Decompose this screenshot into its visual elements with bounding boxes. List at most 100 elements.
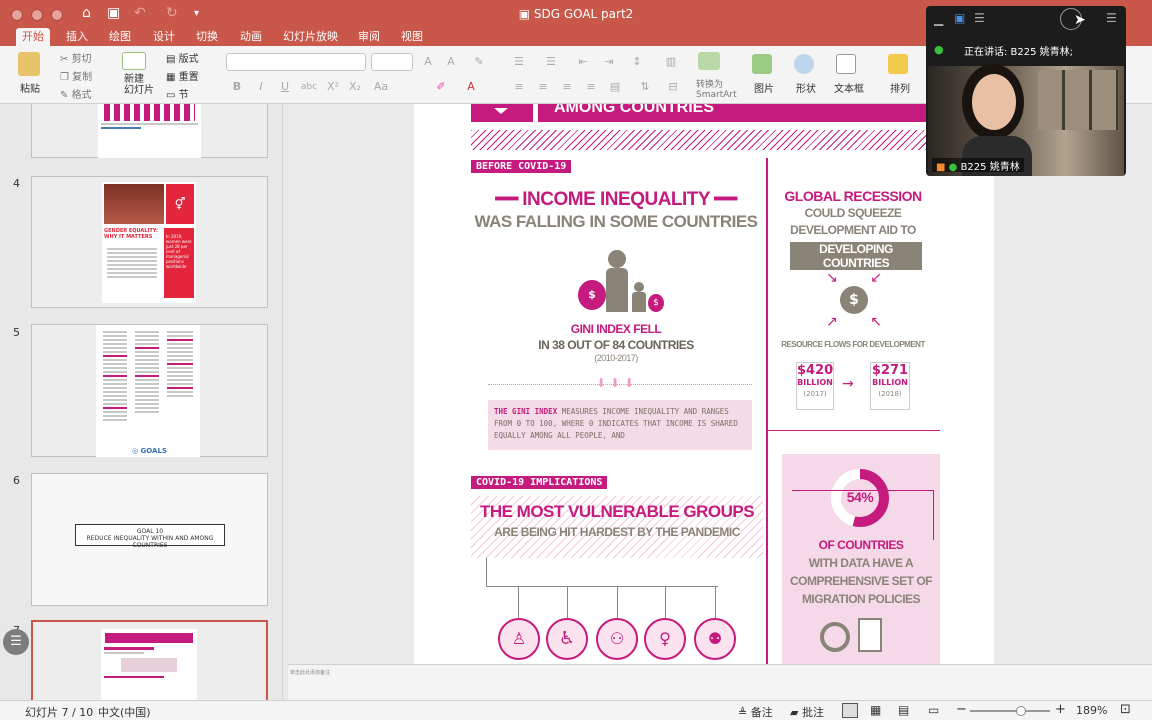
tab-view[interactable]: 视图 [395, 28, 429, 46]
format-painter-button[interactable]: ✎ 格式 [60, 86, 92, 101]
smartart-label[interactable]: 转换为 SmartArt [696, 80, 737, 100]
gallery-view-icon[interactable]: ☰ [974, 11, 985, 25]
brush-icon: ✎ [60, 90, 72, 101]
hide-panel-icon[interactable]: ☰ [1106, 11, 1117, 25]
zoom-slider[interactable] [970, 706, 1050, 716]
copy-button[interactable]: ❐ 复制 [60, 68, 92, 83]
zoom-level[interactable]: 189% [1076, 704, 1107, 717]
grow-font-icon[interactable]: A [419, 53, 437, 71]
line-spacing-icon[interactable]: ↕ [628, 53, 646, 71]
tab-home[interactable]: 开始 [16, 28, 50, 46]
thumbnail-line [104, 676, 164, 678]
flow-2017-box: $420 BILLION (2017) [796, 362, 834, 410]
thumbnail-graphic [121, 658, 177, 672]
columns-icon[interactable]: ▥ [662, 53, 680, 71]
picture-label[interactable]: 图片 [754, 80, 774, 95]
zoom-out-icon[interactable]: − [956, 702, 967, 717]
cut-button[interactable]: ✂ 剪切 [60, 50, 92, 65]
align-right-icon[interactable]: ≡ [558, 78, 576, 96]
tab-slideshow[interactable]: 幻灯片放映 [277, 28, 344, 46]
slide-thumbnail-3[interactable] [31, 104, 268, 158]
highlight-icon[interactable]: ✐ [432, 78, 450, 96]
slide-thumbnail-7[interactable] [31, 620, 268, 700]
change-case-icon[interactable]: Aa [372, 78, 390, 96]
arrange-label[interactable]: 排列 [890, 80, 910, 95]
clear-format-icon[interactable]: ✎ [470, 53, 488, 71]
picture-icon[interactable] [752, 54, 772, 74]
tab-transitions[interactable]: 切换 [190, 28, 224, 46]
shape-label[interactable]: 形状 [796, 80, 816, 95]
strikethrough-icon[interactable]: abc [300, 78, 318, 96]
resource-flows-label: RESOURCE FLOWS FOR DEVELOPMENT [781, 340, 925, 349]
reading-view-icon[interactable]: ▤ [898, 703, 909, 717]
tree-line [665, 586, 666, 618]
align-left-icon[interactable]: ≡ [510, 78, 528, 96]
bullets-icon[interactable]: ☰ [510, 53, 528, 71]
microphone-icon: ● [934, 43, 944, 56]
slide-thumbnail-6[interactable]: GOAL 10 REDUCE INEQUALITY WITHIN AND AMO… [31, 473, 268, 606]
normal-view-icon[interactable] [842, 703, 858, 718]
developing-countries-label: DEVELOPING COUNTRIES [790, 242, 922, 270]
flow-2018-year: (2018) [878, 390, 902, 398]
video-call-overlay[interactable]: ▁ ▣ ☰ ☰ ● 正在讲话: B225 姚青林; ■ ● B225 姚青林 [926, 6, 1126, 176]
shrink-font-icon[interactable]: A [442, 53, 460, 71]
zoom-slider-thumb[interactable] [1016, 706, 1026, 716]
section-button[interactable]: ▭ 节 [166, 86, 189, 101]
new-slide-icon[interactable] [122, 52, 146, 70]
status-bar: 幻灯片 7 / 10 中文(中国) ≜ 备注 ▰ 批注 ▦ ▤ ▭ − + 18… [0, 700, 1152, 720]
align-center-icon[interactable]: ≡ [534, 78, 552, 96]
shape-icon[interactable] [794, 54, 814, 74]
right-divider [768, 430, 940, 431]
gini-years: (2010-2017) [594, 353, 638, 363]
text-direction-icon[interactable]: ⇅ [636, 78, 654, 96]
speaking-indicator: 正在讲话: B225 姚青林; [964, 47, 1074, 58]
notes-pane[interactable]: 单击此处添加备注 [288, 664, 1152, 700]
older-persons-icon: ♙ [498, 618, 540, 660]
sorter-view-icon[interactable]: ▦ [870, 703, 881, 717]
migration-line-2: WITH DATA HAVE A [808, 556, 914, 570]
justify-icon[interactable]: ≡ [582, 78, 600, 96]
reset-button[interactable]: ▦ 重置 [166, 68, 199, 83]
numbering-icon[interactable]: ☰ [542, 53, 560, 71]
slide-list-menu-icon[interactable]: ☰ [3, 629, 29, 655]
tab-design[interactable]: 设计 [147, 28, 181, 46]
align-text-icon[interactable]: ⊟ [664, 78, 682, 96]
slide-thumbnail-4[interactable]: ⚥ GENDER EQUALITY: WHY IT MATTERS In 201… [31, 176, 268, 308]
bold-icon[interactable]: B [228, 78, 246, 96]
italic-icon[interactable]: I [252, 78, 270, 96]
textbox-icon[interactable] [836, 54, 856, 74]
layout-button[interactable]: ▤ 版式 [166, 50, 199, 65]
subscript-icon[interactable]: X₂ [346, 78, 364, 96]
fit-window-icon[interactable]: ⊡ [1120, 702, 1131, 717]
arrange-icon[interactable] [888, 54, 908, 74]
tab-animations[interactable]: 动画 [234, 28, 268, 46]
slide-thumbnail-5[interactable]: ◎ GOALS [31, 324, 268, 457]
slideshow-view-icon[interactable]: ▭ [928, 703, 939, 717]
zoom-in-icon[interactable]: + [1055, 702, 1066, 717]
decrease-indent-icon[interactable]: ⇤ [574, 53, 592, 71]
distribute-icon[interactable]: ▤ [606, 78, 624, 96]
comments-button[interactable]: ▰ 批注 [790, 704, 824, 720]
underline-icon[interactable]: U [276, 78, 294, 96]
speaker-view-icon[interactable]: ▣ [954, 11, 965, 25]
textbox-label[interactable]: 文本框 [834, 80, 864, 95]
arrow-right-icon: → [842, 376, 854, 392]
font-color-icon[interactable]: A [462, 78, 480, 96]
font-size-select[interactable] [371, 53, 413, 71]
superscript-icon[interactable]: X² [324, 78, 342, 96]
font-name-select[interactable] [226, 53, 366, 71]
tab-insert[interactable]: 插入 [60, 28, 94, 46]
paste-icon[interactable] [18, 52, 40, 76]
minimize-video-icon[interactable]: ▁ [934, 12, 943, 26]
notes-toggle-button[interactable]: ≜ 备注 [738, 704, 773, 720]
current-slide[interactable]: AMONG COUNTRIES BEFORE COVID-19 ━━ INCOM… [414, 104, 994, 664]
language-indicator[interactable]: 中文(中国) [98, 704, 151, 720]
smartart-icon[interactable] [698, 52, 720, 70]
tab-draw[interactable]: 绘图 [103, 28, 137, 46]
new-slide-label[interactable]: 新建 幻灯片 [124, 74, 154, 96]
paste-label[interactable]: 粘贴 [20, 80, 40, 95]
tab-review[interactable]: 审阅 [352, 28, 386, 46]
increase-indent-icon[interactable]: ⇥ [600, 53, 618, 71]
covid-label: COVID-19 IMPLICATIONS [471, 476, 608, 489]
arrow-in-icon: ↘ [826, 270, 838, 286]
